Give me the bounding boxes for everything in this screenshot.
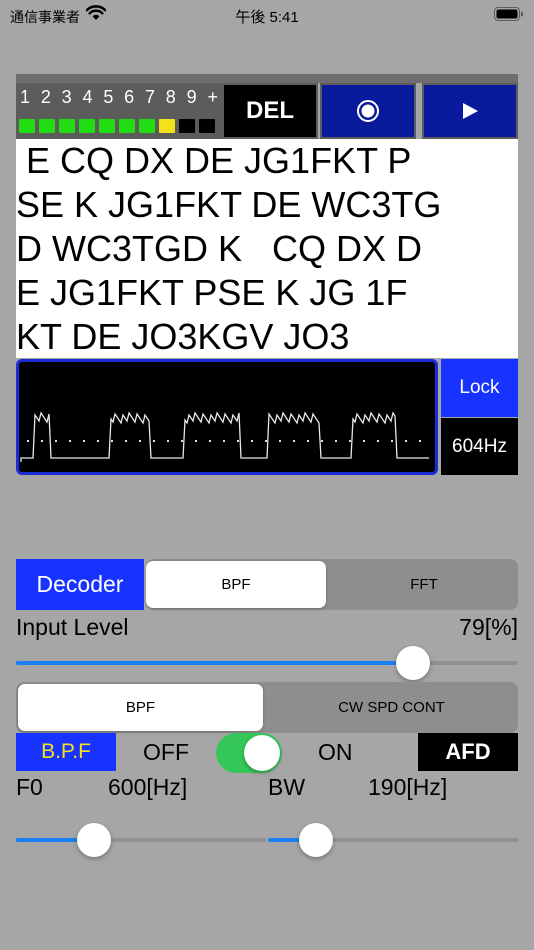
input-level-slider[interactable] <box>16 646 518 680</box>
decoded-text-line: E JG1FKT PSE K JG 1F <box>16 272 408 313</box>
level-led <box>119 119 135 133</box>
afd-button[interactable]: AFD <box>418 733 518 771</box>
decoder-segmented-control[interactable]: BPF FFT <box>146 559 518 610</box>
threshold-dot <box>265 440 267 442</box>
level-number: 4 <box>82 87 93 107</box>
level-number: + <box>207 87 218 107</box>
threshold-dot <box>349 440 351 442</box>
level-number: 6 <box>124 87 135 107</box>
level-number: 7 <box>144 87 155 107</box>
level-meter: 1 2 3 4 5 6 7 8 9 + <box>16 83 222 139</box>
decoded-text-line: D WC3TGD K CQ DX D <box>16 228 423 269</box>
threshold-dot <box>153 440 155 442</box>
input-level-label: Input Level <box>16 614 129 640</box>
bw-slider[interactable] <box>268 823 518 857</box>
top-strip <box>16 74 518 83</box>
threshold-dot <box>363 440 365 442</box>
bw-value: 190[Hz] <box>368 774 448 800</box>
threshold-dot <box>405 440 407 442</box>
input-level-thumb[interactable] <box>395 646 430 680</box>
threshold-dot <box>237 440 239 442</box>
status-time: 午後 5:41 <box>235 9 299 26</box>
threshold-dot <box>41 440 43 442</box>
record-button[interactable] <box>320 83 416 139</box>
play-button[interactable] <box>422 83 518 139</box>
threshold-dot <box>83 440 85 442</box>
threshold-dot <box>391 440 393 442</box>
level-led <box>179 119 195 133</box>
record-icon <box>357 100 379 122</box>
threshold-dot <box>293 440 295 442</box>
mode-option-bpf[interactable]: BPF <box>18 684 263 731</box>
threshold-dot <box>335 440 337 442</box>
level-meter-leds <box>19 119 215 133</box>
level-number: 8 <box>165 87 176 107</box>
level-led <box>159 119 175 133</box>
bpf-toggle[interactable] <box>216 733 282 773</box>
bpf-off-label: OFF <box>143 739 189 765</box>
threshold-dot <box>209 440 211 442</box>
threshold-dot <box>279 440 281 442</box>
threshold-dot <box>251 440 253 442</box>
frequency-display: 604Hz <box>441 418 518 475</box>
threshold-dot <box>377 440 379 442</box>
level-led <box>59 119 75 133</box>
play-icon <box>463 103 478 119</box>
threshold-dot <box>195 440 197 442</box>
del-button[interactable]: DEL <box>222 83 318 139</box>
decoded-text-line: E CQ DX DE JG1FKT P <box>16 140 412 181</box>
threshold-dot <box>181 440 183 442</box>
threshold-dot <box>307 440 309 442</box>
level-number: 2 <box>40 87 51 107</box>
f0-value: 600[Hz] <box>108 774 188 800</box>
f0-slider[interactable] <box>16 823 266 857</box>
decoder-label: Decoder <box>16 559 144 610</box>
threshold-dot <box>419 440 421 442</box>
input-level-fill <box>16 661 413 665</box>
threshold-dot <box>167 440 169 442</box>
level-led <box>19 119 35 133</box>
waveform-trace <box>20 411 429 462</box>
input-level-value: 79[%] <box>459 614 518 640</box>
decoded-text-line: SE K JG1FKT DE WC3TG <box>16 184 442 225</box>
f0-thumb[interactable] <box>76 823 111 857</box>
decoder-option-fft[interactable]: FFT <box>332 561 516 608</box>
waveform-threshold-dots <box>27 440 421 442</box>
waveform-graph <box>20 411 429 462</box>
level-led <box>39 119 55 133</box>
bpf-label: B.P.F <box>16 733 116 771</box>
mode-option-cw-spd-cont[interactable]: CW SPD CONT <box>267 684 516 731</box>
level-led <box>79 119 95 133</box>
level-number: 5 <box>103 87 114 107</box>
threshold-dot <box>97 440 99 442</box>
level-number: 3 <box>61 87 72 107</box>
level-led <box>139 119 155 133</box>
level-number: 1 <box>20 87 31 107</box>
bw-thumb[interactable] <box>298 823 333 857</box>
bpf-on-label: ON <box>318 739 353 765</box>
threshold-dot <box>139 440 141 442</box>
threshold-dot <box>321 440 323 442</box>
threshold-dot <box>111 440 113 442</box>
decoder-option-bpf[interactable]: BPF <box>146 561 326 608</box>
threshold-dot <box>55 440 57 442</box>
decoded-text-line: KT DE JO3KGV JO3 <box>16 316 350 357</box>
waveform-display <box>16 359 438 475</box>
decoded-text-area: E CQ DX DE JG1FKT P SE K JG1FKT DE WC3TG D… <box>16 139 518 358</box>
threshold-dot <box>69 440 71 442</box>
lock-button[interactable]: Lock <box>441 359 518 417</box>
f0-label: F0 <box>16 774 43 800</box>
battery-icon <box>494 7 523 21</box>
mode-segmented-control[interactable]: BPF CW SPD CONT <box>16 682 518 733</box>
bw-label: BW <box>268 774 306 800</box>
level-meter-scale: 1 2 3 4 5 6 7 8 9 + <box>20 87 218 108</box>
level-led <box>199 119 215 133</box>
bpf-toggle-knob <box>244 735 280 771</box>
level-led <box>99 119 115 133</box>
level-number: 9 <box>186 87 197 107</box>
threshold-dot <box>125 440 127 442</box>
threshold-dot <box>27 440 29 442</box>
threshold-dot <box>223 440 225 442</box>
